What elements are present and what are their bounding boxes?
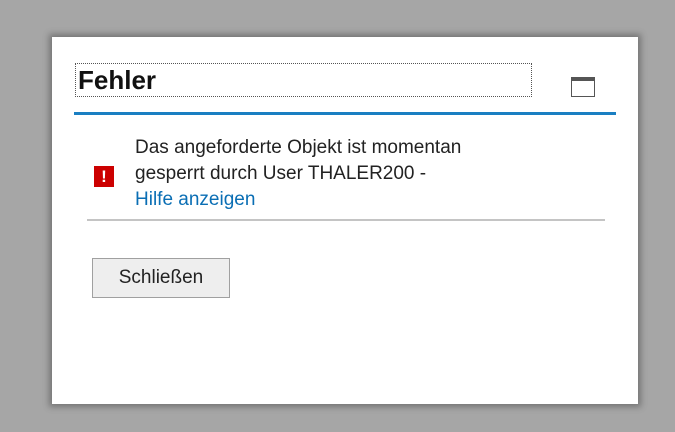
maximize-icon[interactable] [571,77,595,97]
message-divider [87,219,605,221]
help-link[interactable]: Hilfe anzeigen [135,187,615,213]
header-divider [74,112,616,115]
error-dialog: Fehler ! Das angeforderte Objekt ist mom… [52,37,638,404]
error-message-line-2: gesperrt durch User THALER200 - [135,163,427,184]
dialog-title: Fehler [75,63,532,97]
close-button[interactable]: Schließen [92,258,230,298]
error-icon: ! [94,166,114,187]
error-message-line-1: Das angeforderte Objekt ist momentan [135,137,462,158]
error-message: Das angeforderte Objekt ist momentan ges… [135,135,615,213]
